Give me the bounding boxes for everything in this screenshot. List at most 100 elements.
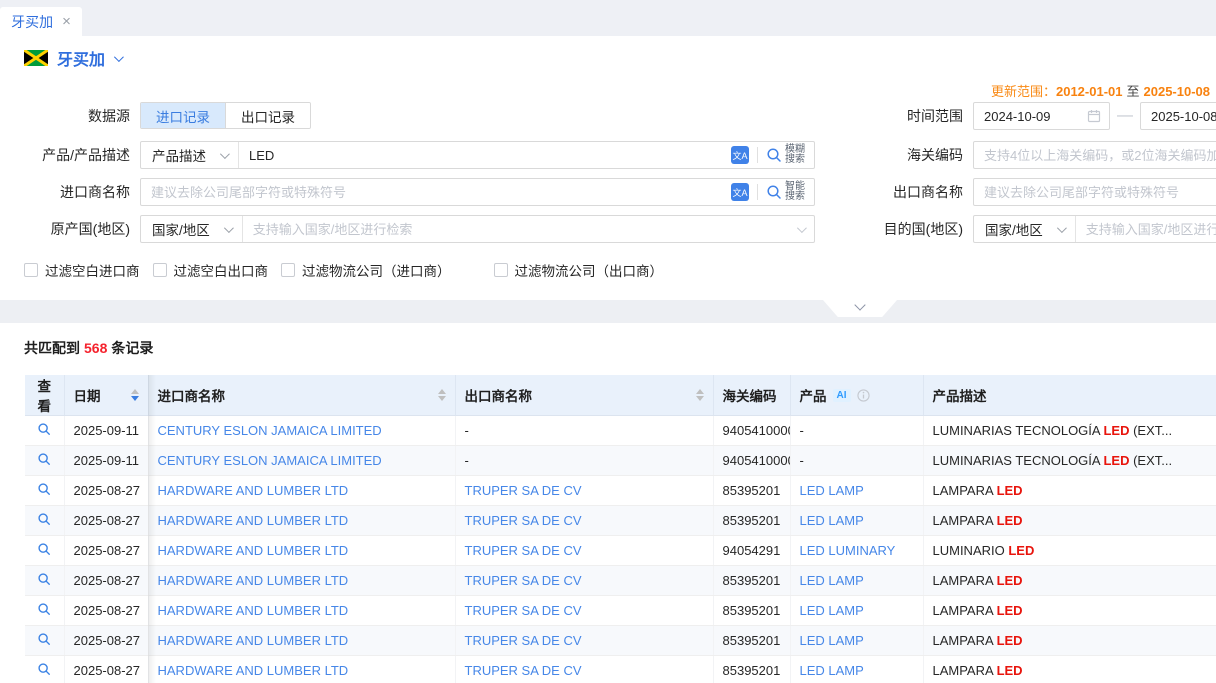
search-icon — [766, 147, 782, 163]
hs-code-input[interactable] — [973, 141, 1216, 169]
product-link[interactable]: LED LAMP — [800, 573, 864, 588]
dest-country-select[interactable]: 国家/地区 — [974, 216, 1076, 242]
close-icon[interactable]: × — [62, 14, 71, 29]
divider — [757, 184, 758, 200]
checkbox-icon[interactable] — [281, 263, 295, 277]
importer-label: 进口商名称 — [0, 178, 130, 206]
view-record-button[interactable] — [37, 544, 51, 559]
smart-search-button[interactable]: 智能搜索 — [766, 182, 805, 202]
exporter-input[interactable] — [973, 178, 1216, 206]
summary-prefix: 共匹配到 — [24, 340, 80, 356]
separator-band — [0, 300, 1216, 323]
time-range-label: 时间范围 — [845, 102, 963, 130]
dest-country-select-value: 国家/地区 — [985, 219, 1043, 239]
country-selector[interactable]: 牙买加 — [24, 46, 121, 70]
product-link[interactable]: LED LUMINARY — [800, 543, 896, 558]
sort-icon[interactable] — [696, 389, 704, 401]
col-date[interactable]: 日期 — [64, 375, 148, 416]
product-link[interactable]: LED LAMP — [800, 483, 864, 498]
importer-link[interactable]: HARDWARE AND LUMBER LTD — [158, 603, 349, 618]
product-type-value: 产品描述 — [152, 145, 206, 165]
checkbox-filter-blank-importer[interactable]: 过滤空白进口商 — [24, 260, 140, 280]
search-icon — [766, 184, 782, 200]
product-input[interactable] — [239, 148, 731, 163]
tab-import-records[interactable]: 进口记录 — [141, 103, 225, 128]
importer-link[interactable]: HARDWARE AND LUMBER LTD — [158, 633, 349, 648]
dest-country-label: 目的国(地区) — [845, 215, 963, 243]
date-end-field[interactable] — [1140, 102, 1216, 130]
magnifier-icon — [37, 422, 51, 436]
exporter-label: 出口商名称 — [845, 178, 963, 206]
fuzzy-search-button[interactable]: 模糊搜索 — [766, 145, 805, 165]
magnifier-icon — [37, 512, 51, 526]
importer-link[interactable]: CENTURY ESLON JAMAICA LIMITED — [158, 453, 382, 468]
view-record-button[interactable] — [37, 634, 51, 649]
product-type-select[interactable]: 产品描述 — [141, 142, 239, 168]
tab-export-records[interactable]: 出口记录 — [225, 103, 310, 128]
checkbox-filter-logistics-exporter[interactable]: 过滤物流公司（出口商） — [494, 260, 664, 280]
exporter-link[interactable]: TRUPER SA DE CV — [465, 513, 582, 528]
exporter-link[interactable]: TRUPER SA DE CV — [465, 543, 582, 558]
view-record-button[interactable] — [37, 664, 51, 679]
importer-link[interactable]: HARDWARE AND LUMBER LTD — [158, 513, 349, 528]
importer-link[interactable]: HARDWARE AND LUMBER LTD — [158, 663, 349, 678]
view-record-button[interactable] — [37, 604, 51, 619]
product-text: - — [800, 453, 804, 468]
col-importer[interactable]: 进口商名称 — [148, 375, 455, 416]
col-importer-label: 进口商名称 — [158, 385, 226, 405]
product-link[interactable]: LED LAMP — [800, 663, 864, 678]
tab-title: 牙买加 — [11, 12, 53, 32]
importer-link[interactable]: HARDWARE AND LUMBER LTD — [158, 573, 349, 588]
product-link[interactable]: LED LAMP — [800, 633, 864, 648]
table-row: 2025-08-27HARDWARE AND LUMBER LTDTRUPER … — [25, 506, 1216, 536]
info-icon[interactable] — [857, 389, 870, 402]
checkbox-icon[interactable] — [153, 263, 167, 277]
importer-link[interactable]: CENTURY ESLON JAMAICA LIMITED — [158, 423, 382, 438]
translate-icon[interactable]: 文A — [731, 183, 749, 201]
view-record-button[interactable] — [37, 484, 51, 499]
row-description: LAMPARA LED — [923, 566, 1216, 596]
col-hs-code: 海关编码 — [713, 375, 790, 416]
product-link[interactable]: LED LAMP — [800, 603, 864, 618]
sort-icon[interactable] — [131, 389, 139, 401]
tab-jamaica[interactable]: 牙买加 × — [0, 7, 82, 36]
table-row: 2025-08-27HARDWARE AND LUMBER LTDTRUPER … — [25, 536, 1216, 566]
magnifier-icon — [37, 482, 51, 496]
product-link[interactable]: LED LAMP — [800, 513, 864, 528]
sort-icon[interactable] — [438, 389, 446, 401]
row-date: 2025-08-27 — [64, 626, 148, 656]
col-exporter[interactable]: 出口商名称 — [455, 375, 713, 416]
exporter-link[interactable]: TRUPER SA DE CV — [465, 663, 582, 678]
dest-country-input[interactable] — [1076, 222, 1216, 237]
importer-link[interactable]: HARDWARE AND LUMBER LTD — [158, 483, 349, 498]
importer-link[interactable]: HARDWARE AND LUMBER LTD — [158, 543, 349, 558]
checkbox-icon[interactable] — [494, 263, 508, 277]
exporter-link[interactable]: TRUPER SA DE CV — [465, 573, 582, 588]
col-product: 产品 AI — [790, 375, 923, 416]
view-record-button[interactable] — [37, 454, 51, 469]
date-end-input[interactable] — [1141, 109, 1216, 124]
checkbox-filter-logistics-importer[interactable]: 过滤物流公司（进口商） — [281, 260, 451, 280]
results-summary: 共匹配到568条记录 — [24, 338, 153, 358]
view-record-button[interactable] — [37, 514, 51, 529]
chevron-down-icon — [1057, 223, 1067, 233]
date-start-field[interactable] — [973, 102, 1110, 130]
record-count: 568 — [84, 340, 107, 356]
collapse-filters-handle[interactable] — [823, 300, 897, 317]
row-description: LAMPARA LED — [923, 626, 1216, 656]
exporter-link[interactable]: TRUPER SA DE CV — [465, 603, 582, 618]
exporter-link[interactable]: TRUPER SA DE CV — [465, 633, 582, 648]
row-description: LAMPARA LED — [923, 476, 1216, 506]
origin-country-input[interactable] — [243, 222, 797, 237]
checkbox-icon[interactable] — [24, 263, 38, 277]
translate-icon[interactable]: 文A — [731, 146, 749, 164]
date-start-input[interactable] — [974, 109, 1087, 124]
view-record-button[interactable] — [37, 424, 51, 439]
row-date: 2025-08-27 — [64, 656, 148, 683]
checkbox-filter-blank-exporter[interactable]: 过滤空白出口商 — [153, 260, 269, 280]
importer-input[interactable] — [141, 185, 731, 200]
origin-country-select[interactable]: 国家/地区 — [141, 216, 243, 242]
divider — [757, 147, 758, 163]
view-record-button[interactable] — [37, 574, 51, 589]
exporter-link[interactable]: TRUPER SA DE CV — [465, 483, 582, 498]
